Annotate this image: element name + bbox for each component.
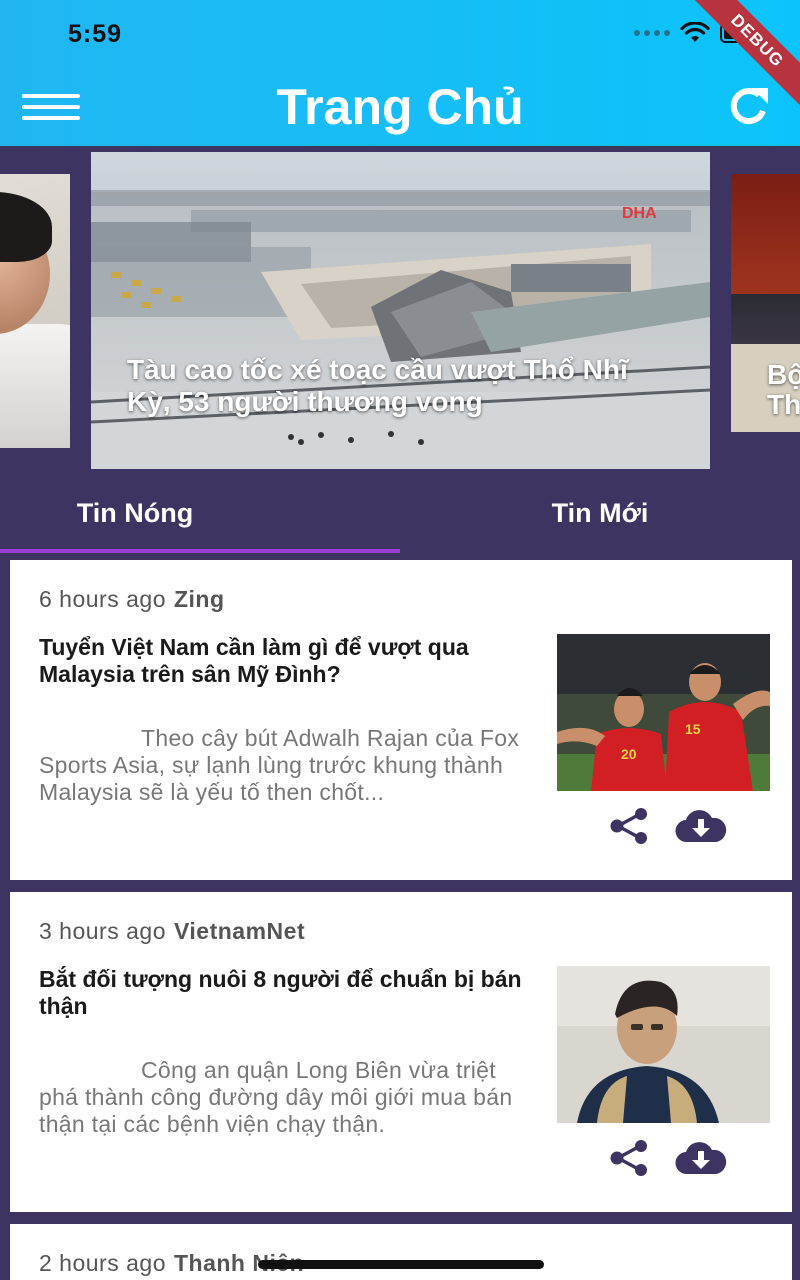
article-thumbnail[interactable]: 20 15	[557, 634, 770, 791]
tab-tin-moi[interactable]: Tin Mới	[400, 498, 800, 529]
share-button[interactable]	[608, 808, 650, 844]
share-icon	[610, 1140, 647, 1176]
article-title[interactable]: Tuyển Việt Nam cần làm gì để vượt qua Ma…	[39, 634, 539, 688]
article-card[interactable]: 6 hours ago Zing Tuyển Việt Nam cần làm g…	[10, 560, 792, 880]
refresh-button[interactable]	[722, 84, 776, 130]
wifi-icon	[680, 22, 710, 42]
suspect-photo-image	[557, 966, 770, 1123]
tab-tin-nong[interactable]: Tin Nóng	[0, 498, 400, 529]
article-time: 2 hours ago	[39, 1250, 166, 1276]
download-button[interactable]	[674, 1142, 728, 1176]
train-crash-image: DHA	[91, 152, 710, 469]
tab-active-indicator	[0, 549, 400, 553]
article-excerpt: Theo cây bút Adwalh Rajan của Fox Sports…	[39, 725, 520, 805]
home-indicator[interactable]	[258, 1260, 544, 1269]
carousel-slide-next[interactable]: Bộ Th	[731, 174, 800, 432]
article-time: 6 hours ago	[39, 586, 166, 612]
carousel-caption: Tàu cao tốc xé toạc cầu vượt Thổ Nhĩ Kỳ,…	[127, 354, 628, 417]
share-icon	[610, 808, 647, 844]
status-bar-time: 5:59	[68, 20, 123, 48]
article-meta: 3 hours ago VietnamNet	[39, 918, 305, 945]
carousel-slide-previous[interactable]	[0, 174, 70, 448]
article-title[interactable]: Bắt đối tượng nuôi 8 người để chuẩn bị b…	[39, 966, 539, 1020]
news-feed[interactable]: 6 hours ago Zing Tuyển Việt Nam cần làm g…	[0, 556, 800, 1280]
carousel-slide-current[interactable]: DHA Tàu cao tốc xé toạc cầu vượt Thổ Nhĩ…	[91, 152, 710, 469]
article-thumbnail[interactable]	[557, 966, 770, 1123]
cloud-download-icon	[675, 1142, 727, 1175]
dha-watermark: DHA	[622, 205, 657, 222]
share-button[interactable]	[608, 1140, 650, 1176]
carousel-next-caption: Bộ Th	[767, 359, 800, 420]
refresh-icon	[730, 88, 768, 125]
featured-carousel[interactable]: DHA Tàu cao tốc xé toạc cầu vượt Thổ Nhĩ…	[0, 146, 800, 476]
cellular-signal-icon	[634, 30, 670, 36]
page-title: Trang Chủ	[276, 79, 524, 135]
app-header: 5:59 DEBUG Trang Chủ	[0, 0, 800, 146]
jersey-number: 15	[685, 721, 701, 737]
article-time: 3 hours ago	[39, 918, 166, 944]
article-card[interactable]: 2 hours ago Thanh Niên	[10, 1224, 792, 1280]
article-source: Zing	[173, 586, 225, 612]
article-excerpt: Công an quận Long Biên vừa triệt phá thà…	[39, 1057, 513, 1137]
category-tabs: Tin Nóng Tin Mới	[0, 476, 800, 556]
article-card[interactable]: 3 hours ago VietnamNet Bắt đối tượng nuôi…	[10, 892, 792, 1212]
football-players-image: 20 15	[557, 634, 770, 791]
jersey-number: 20	[621, 746, 637, 762]
article-meta: 6 hours ago Zing	[39, 586, 225, 613]
article-source: VietnamNet	[173, 918, 306, 944]
cloud-download-icon	[675, 810, 727, 843]
download-button[interactable]	[674, 810, 728, 844]
